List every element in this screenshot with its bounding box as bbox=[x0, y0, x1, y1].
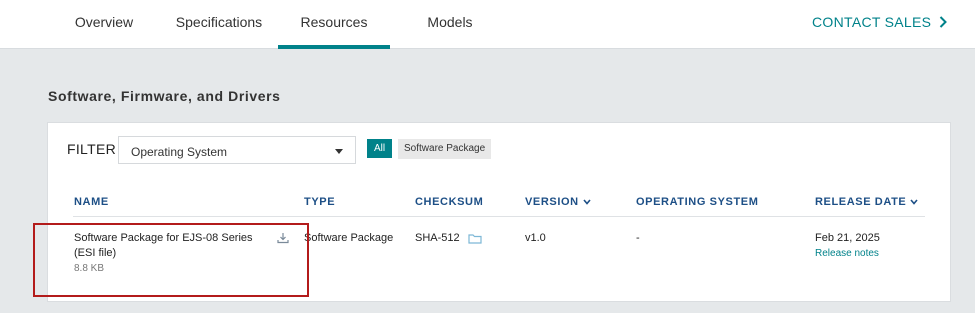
file-operating-system: - bbox=[636, 232, 640, 244]
filter-chip-all[interactable]: All bbox=[367, 139, 393, 158]
column-header-release-date-label: RELEASE DATE bbox=[815, 196, 907, 208]
release-notes-link[interactable]: Release notes bbox=[815, 248, 879, 259]
column-header-checksum-label: CHECKSUM bbox=[415, 196, 484, 208]
checksum-cell: SHA-512 bbox=[415, 231, 482, 246]
column-header-os-label: OPERATING SYSTEM bbox=[636, 196, 759, 208]
column-header-name: NAME bbox=[74, 196, 109, 208]
contact-sales-label: CONTACT SALES bbox=[812, 14, 932, 30]
caret-down-icon bbox=[335, 149, 343, 154]
folder-icon[interactable] bbox=[468, 233, 482, 244]
tab-models-label: Models bbox=[427, 14, 473, 30]
column-header-type-label: TYPE bbox=[304, 196, 336, 208]
column-header-release-date[interactable]: RELEASE DATE bbox=[815, 196, 918, 208]
column-header-checksum: CHECKSUM bbox=[415, 196, 483, 208]
tab-overview-label: Overview bbox=[74, 14, 134, 30]
header-divider bbox=[73, 216, 925, 217]
top-navigation: Overview Specifications Resources Models… bbox=[0, 0, 975, 49]
download-icon[interactable] bbox=[277, 232, 289, 244]
column-header-type: TYPE bbox=[304, 196, 335, 208]
file-size: 8.8 KB bbox=[74, 263, 105, 274]
select-value: Operating System bbox=[131, 145, 228, 159]
chevron-right-icon bbox=[940, 16, 948, 28]
chevron-down-icon bbox=[583, 199, 591, 205]
tab-overview[interactable]: Overview bbox=[60, 0, 148, 49]
section-title: Software, Firmware, and Drivers bbox=[48, 88, 281, 104]
column-header-operating-system: OPERATING SYSTEM bbox=[636, 196, 758, 208]
contact-sales-link[interactable]: CONTACT SALES bbox=[812, 14, 948, 30]
file-version: v1.0 bbox=[525, 232, 546, 244]
checksum-label: SHA-512 bbox=[415, 232, 460, 244]
operating-system-select[interactable]: Operating System bbox=[118, 136, 356, 164]
tab-specifications[interactable]: Specifications bbox=[167, 0, 271, 49]
column-header-name-label: NAME bbox=[74, 196, 109, 208]
release-date: Feb 21, 2025 bbox=[815, 232, 880, 244]
tab-models[interactable]: Models bbox=[410, 0, 490, 49]
file-name: Software Package for EJS-08 Series (ESI … bbox=[74, 232, 253, 259]
filter-chip-software-package[interactable]: Software Package bbox=[398, 139, 492, 159]
tab-resources[interactable]: Resources bbox=[278, 0, 390, 49]
chevron-down-icon bbox=[910, 199, 918, 205]
downloads-card: FILTER Operating System All Software Pac… bbox=[47, 122, 951, 302]
file-type: Software Package bbox=[304, 232, 394, 244]
filter-label: FILTER bbox=[67, 141, 116, 157]
tab-specifications-label: Specifications bbox=[175, 14, 263, 30]
tab-resources-label: Resources bbox=[300, 14, 368, 30]
column-header-version[interactable]: VERSION bbox=[525, 196, 591, 208]
column-header-version-label: VERSION bbox=[525, 196, 579, 208]
